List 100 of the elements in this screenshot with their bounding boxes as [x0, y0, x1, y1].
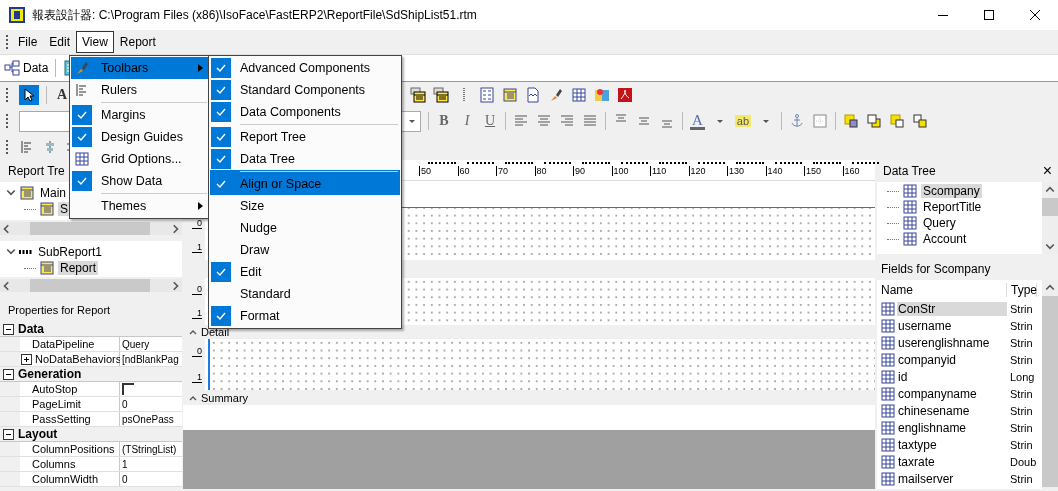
field-icon[interactable] [880, 317, 896, 334]
field-icon[interactable] [880, 385, 896, 402]
tree-item[interactable]: Main [38, 186, 68, 200]
field-icon[interactable] [880, 368, 896, 385]
chevron-icon[interactable] [6, 188, 16, 198]
scrollbar[interactable] [1042, 280, 1058, 489]
field-icon[interactable] [880, 453, 896, 470]
field-name[interactable]: englishname [897, 420, 968, 435]
close-button[interactable]: × [1042, 162, 1052, 180]
layers-icon[interactable] [889, 113, 906, 129]
field-icon[interactable] [880, 436, 896, 453]
menu-item[interactable]: Advanced Components [210, 57, 400, 79]
collapse-icon[interactable] [189, 328, 197, 336]
scroll-down-icon[interactable] [1045, 242, 1055, 252]
tree-item[interactable]: Account [921, 232, 969, 246]
underline-button[interactable]: U [482, 113, 498, 129]
scroll-right-icon[interactable] [170, 223, 180, 234]
italic-button[interactable]: I [459, 113, 475, 129]
band-header[interactable]: Detail [183, 325, 875, 339]
field-icon[interactable] [880, 470, 896, 487]
grip-handle[interactable] [6, 35, 8, 49]
table-icon[interactable] [410, 87, 426, 103]
column-header[interactable]: Type [1007, 283, 1037, 297]
table-icon[interactable] [902, 199, 918, 215]
layers-icon[interactable] [866, 113, 883, 129]
highlight-button[interactable]: ab [734, 115, 752, 127]
field-name[interactable]: companyid [897, 352, 958, 367]
bold-button[interactable]: B [436, 113, 452, 129]
menu-item[interactable]: Align or Space [210, 170, 400, 195]
tree-item[interactable]: Report [58, 261, 99, 275]
field-name[interactable]: chinesename [897, 403, 971, 418]
tree-item[interactable]: Query [921, 216, 958, 230]
menu-item[interactable]: Size [210, 195, 400, 217]
field-name[interactable]: userenglishname [897, 335, 991, 350]
menu-item[interactable]: Show Data [71, 170, 209, 192]
field-name[interactable]: ConStr [897, 301, 1007, 316]
checkbox[interactable] [122, 383, 134, 395]
field-name[interactable]: taxrate [897, 454, 936, 469]
field-name[interactable]: id [897, 369, 909, 384]
table-icon[interactable] [902, 183, 918, 199]
tree-item[interactable]: S [58, 202, 70, 216]
table-icon[interactable] [433, 87, 449, 103]
grid-icon[interactable] [571, 87, 587, 103]
brush-icon[interactable] [548, 87, 564, 103]
menu-item[interactable]: Standard [210, 283, 400, 305]
data-tab[interactable]: Data [4, 60, 49, 76]
chevron-icon[interactable] [6, 247, 16, 257]
grip-handle[interactable] [6, 88, 8, 102]
field-name[interactable]: mailserver [897, 471, 955, 486]
report-icon[interactable] [19, 185, 35, 201]
menu-item[interactable]: Edit [210, 261, 400, 283]
collapse-icon[interactable] [3, 428, 14, 440]
tree-item[interactable]: SubReport1 [36, 245, 105, 259]
close-icon[interactable] [1030, 10, 1040, 20]
grid-icon[interactable] [74, 151, 90, 167]
field-name[interactable]: companyname [897, 386, 978, 401]
field-icon[interactable] [880, 351, 896, 368]
grip-handle[interactable] [6, 114, 8, 128]
menu-item[interactable]: Standard Components [210, 79, 400, 101]
tree-item[interactable]: Scompany [921, 184, 982, 198]
menu-item[interactable]: Format [210, 305, 400, 327]
menu-item[interactable]: Draw [210, 239, 400, 261]
scroll-left-icon[interactable] [2, 280, 12, 291]
report-icon[interactable] [39, 201, 55, 217]
scrollbar[interactable] [0, 222, 182, 235]
menu-item[interactable]: Grid Options... [71, 148, 209, 170]
scroll-up-icon[interactable] [1045, 282, 1055, 292]
field-icon[interactable] [880, 402, 896, 419]
property-value[interactable]: 0 [122, 473, 128, 485]
tools-icon[interactable] [74, 60, 90, 76]
menu-item[interactable]: Design Guides [71, 126, 209, 148]
menu-item[interactable]: Report Tree [210, 123, 400, 148]
maximize-icon[interactable] [984, 10, 994, 20]
field-icon[interactable] [880, 300, 896, 317]
map-icon[interactable] [594, 87, 610, 103]
layers-icon[interactable] [843, 113, 860, 129]
page-icon[interactable] [525, 87, 541, 103]
menu-item[interactable]: Toolbars [71, 57, 209, 79]
menu-item[interactable]: Data Tree [210, 148, 400, 170]
scroll-left-icon[interactable] [2, 223, 12, 234]
field-icon[interactable] [880, 419, 896, 436]
tree-item[interactable]: ReportTitle [921, 200, 984, 214]
field-icon[interactable] [880, 334, 896, 351]
menu-item[interactable]: View [76, 31, 114, 53]
table-icon[interactable] [902, 231, 918, 247]
report-icon[interactable] [39, 260, 55, 276]
minimize-icon[interactable] [938, 14, 948, 16]
field-name[interactable]: taxtype [897, 437, 938, 452]
band-header[interactable]: Summary [183, 390, 875, 405]
property-value[interactable]: 1 [122, 458, 128, 470]
menu-item[interactable]: Data Components [210, 101, 400, 123]
property-value[interactable]: 0 [122, 398, 128, 410]
label-tool[interactable]: A [54, 87, 70, 103]
scroll-up-icon[interactable] [1045, 184, 1055, 194]
layers-icon[interactable] [912, 113, 929, 129]
column-header[interactable]: Name [877, 283, 1007, 297]
collapse-icon[interactable] [3, 323, 14, 335]
pdf-icon[interactable] [617, 87, 633, 103]
menu-item[interactable]: Edit [43, 31, 77, 53]
table-icon[interactable] [502, 87, 518, 103]
